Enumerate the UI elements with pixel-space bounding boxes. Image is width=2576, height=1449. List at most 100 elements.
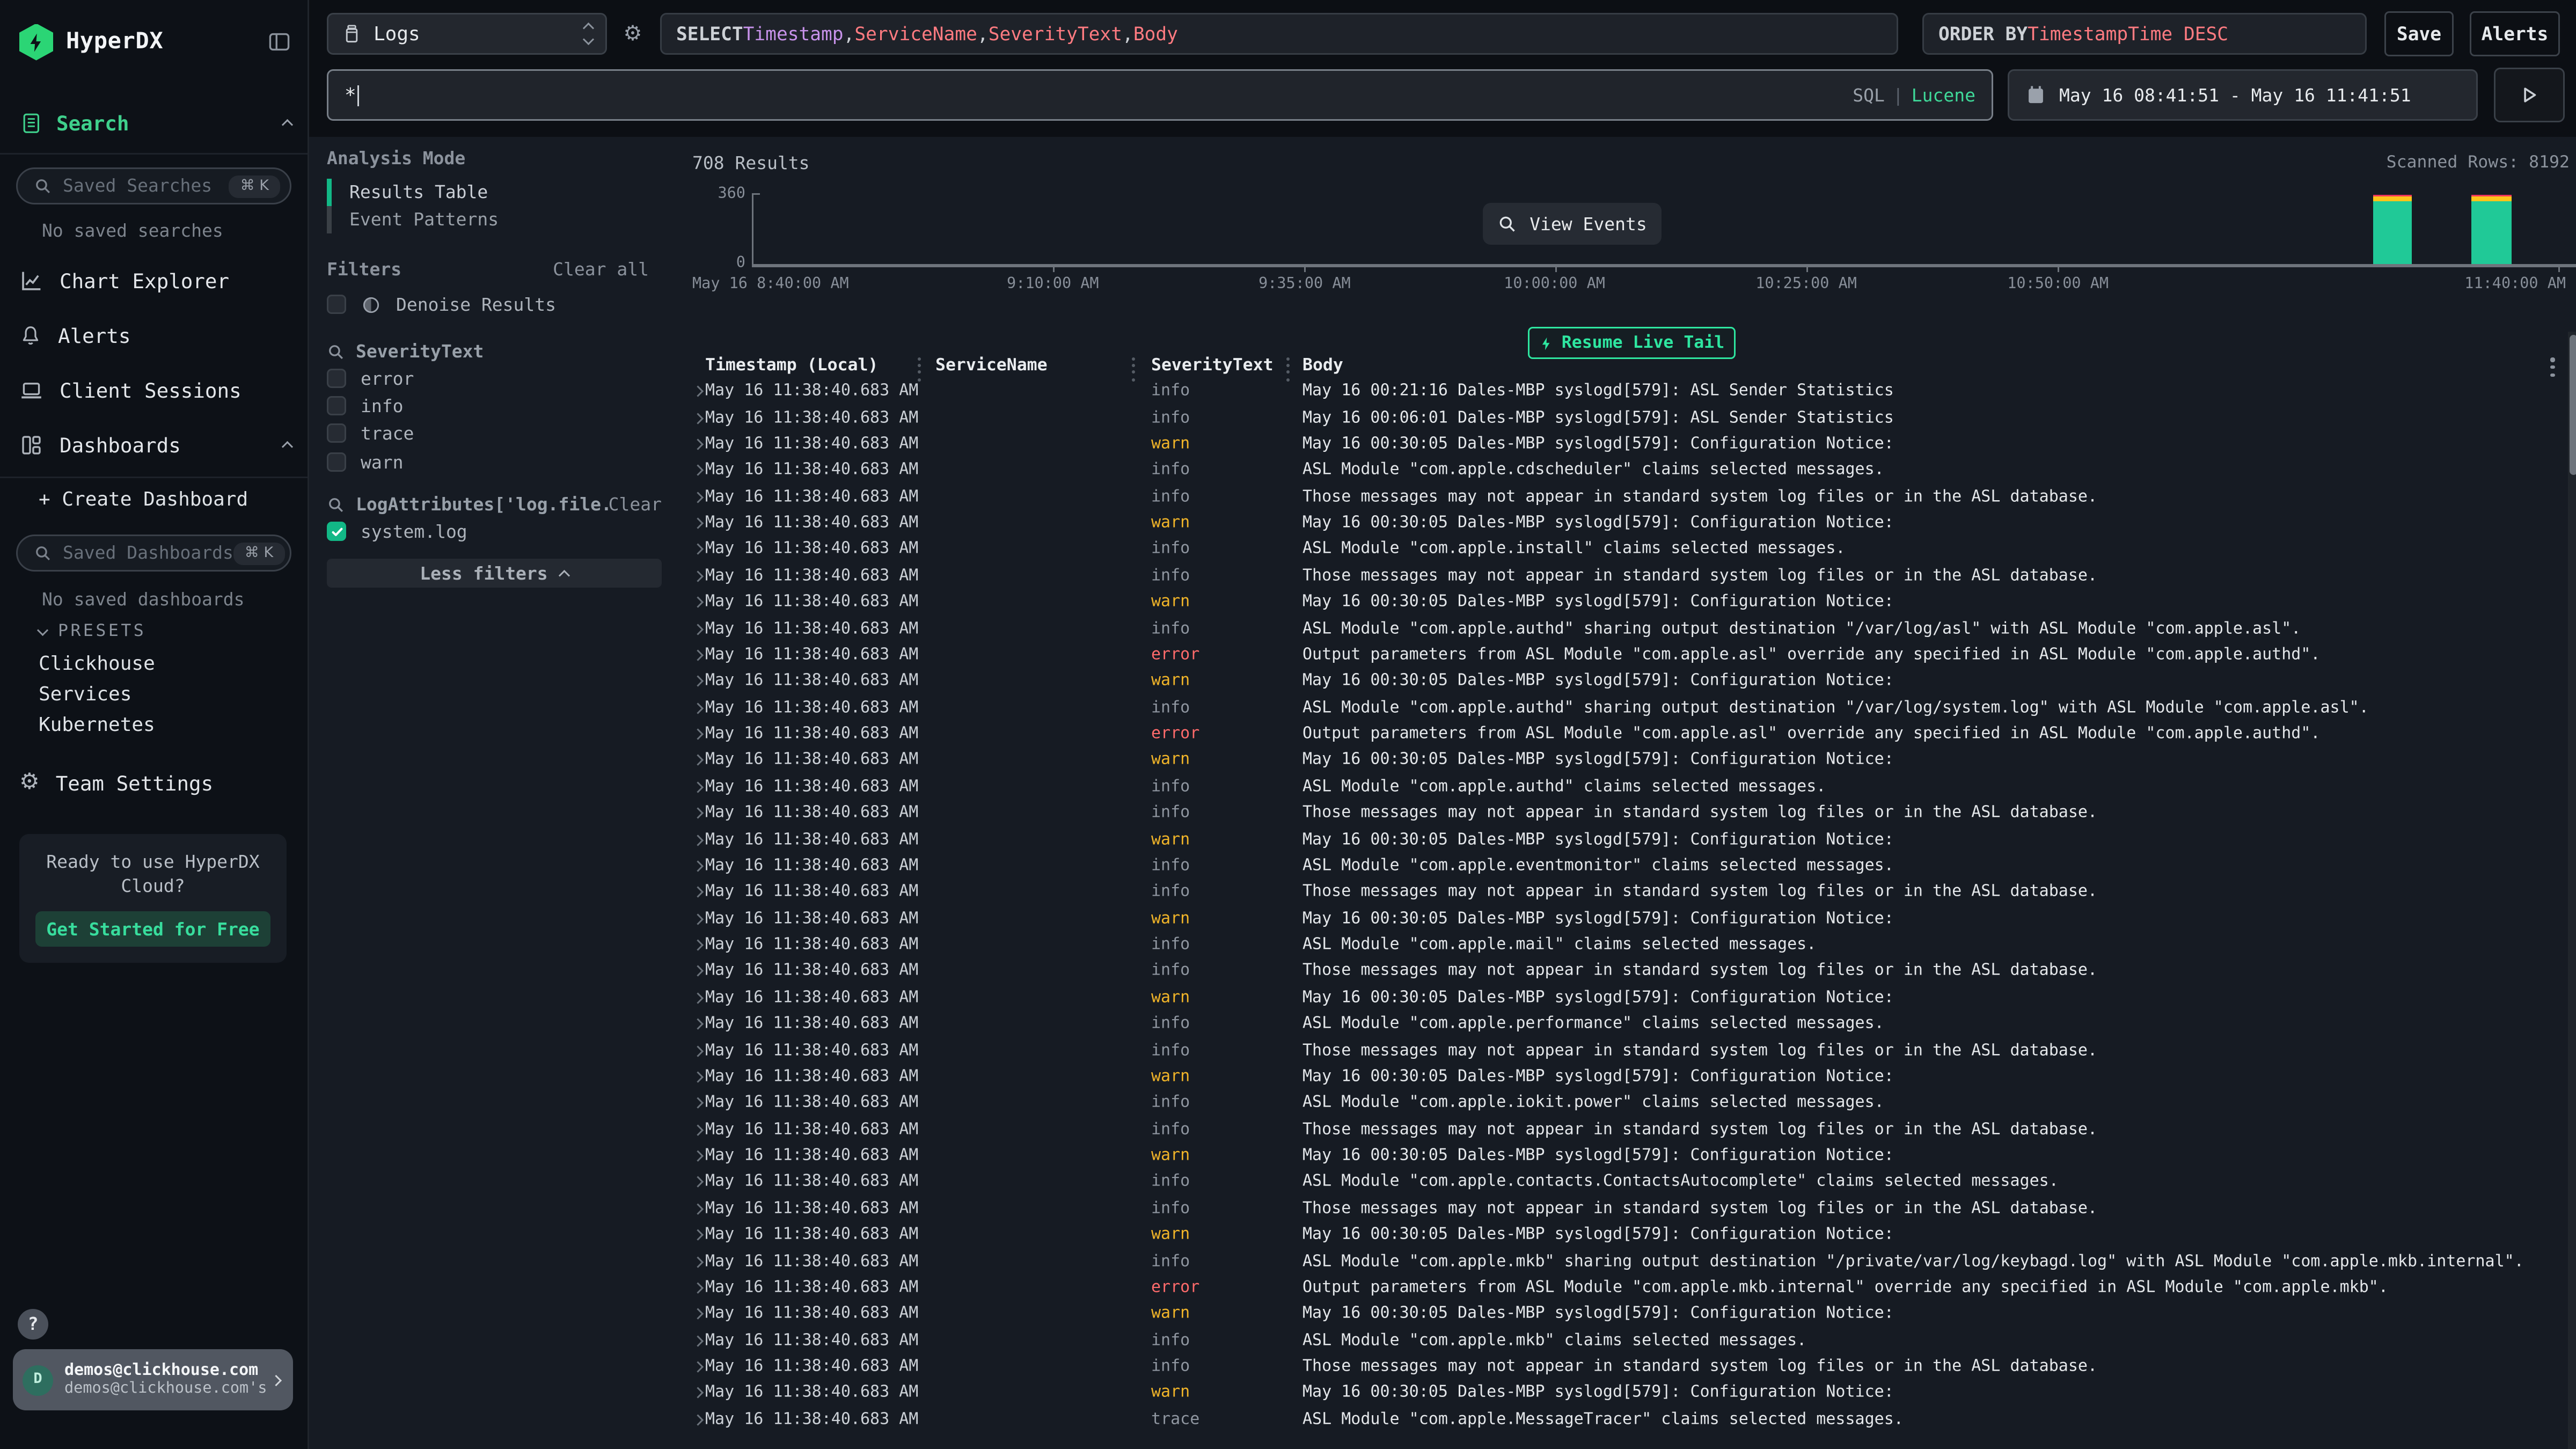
row-expand-chevron[interactable] [694,1068,702,1086]
row-expand-chevron[interactable] [694,672,702,690]
table-row[interactable]: May 16 11:38:40.683 AMerrorOutput parame… [692,721,2576,748]
checkbox[interactable] [327,423,346,443]
row-expand-chevron[interactable] [694,1358,702,1376]
table-row[interactable]: May 16 11:38:40.683 AMinfoASL Module "co… [692,616,2576,642]
col-severitytext[interactable]: SeverityText [1151,356,1274,375]
table-row[interactable]: May 16 11:38:40.683 AMwarnMay 16 00:30:0… [692,1222,2576,1248]
save-button[interactable]: Save [2384,11,2454,56]
row-expand-chevron[interactable] [694,1094,702,1112]
lang-sql-toggle[interactable]: SQL [1853,85,1885,106]
table-row[interactable]: May 16 11:38:40.683 AMinfoASL Module "co… [692,1169,2576,1196]
less-filters-button[interactable]: Less filters [327,559,662,588]
order-by-input[interactable]: ORDER BY TimestampTime DESC [1922,13,2367,55]
date-range-picker[interactable]: May 16 08:41:51 - May 16 11:41:51 [2008,69,2478,121]
row-expand-chevron[interactable] [694,989,702,1007]
clear-all-filters-link[interactable]: Clear all [553,259,649,280]
histogram-bar[interactable] [2472,194,2512,265]
table-row[interactable]: May 16 11:38:40.683 AMwarnMay 16 00:30:0… [692,431,2576,457]
table-row[interactable]: May 16 11:38:40.683 AMwarnMay 16 00:30:0… [692,1143,2576,1169]
table-row[interactable]: May 16 11:38:40.683 AMwarnMay 16 00:30:0… [692,510,2576,537]
row-expand-chevron[interactable] [694,1147,702,1165]
sidebar-item-search[interactable]: Search [19,106,291,138]
checkbox[interactable] [327,452,346,472]
row-expand-chevron[interactable] [694,910,702,928]
row-expand-chevron[interactable] [694,1411,702,1429]
table-row[interactable]: May 16 11:38:40.683 AMinfoThose messages… [692,1196,2576,1222]
table-row[interactable]: May 16 11:38:40.683 AMinfoThose messages… [692,484,2576,510]
sidebar-item-team-settings[interactable]: ⚙ Team Settings [19,766,291,799]
row-expand-chevron[interactable] [694,646,702,664]
row-expand-chevron[interactable] [694,1226,702,1244]
chevron-up-icon[interactable] [282,441,293,452]
row-expand-chevron[interactable] [694,620,702,638]
table-row[interactable]: May 16 11:38:40.683 AMwarnMay 16 00:30:0… [692,1301,2576,1327]
scrollbar-thumb[interactable] [2570,335,2576,475]
table-row[interactable]: May 16 11:38:40.683 AMinfoASL Module "co… [692,774,2576,800]
filter-option-info[interactable]: info [327,394,662,417]
user-menu[interactable]: D demos@clickhouse.com demos@clickhouse.… [13,1349,293,1410]
tab-results-table[interactable]: Results Table [327,179,662,206]
row-expand-chevron[interactable] [694,752,702,770]
row-expand-chevron[interactable] [694,488,702,506]
table-row[interactable]: May 16 11:38:40.683 AMinfoASL Module "co… [692,1328,2576,1354]
table-row[interactable]: May 16 11:38:40.683 AMinfoThose messages… [692,1117,2576,1143]
row-expand-chevron[interactable] [694,963,702,980]
table-row[interactable]: May 16 11:38:40.683 AMinfoThose messages… [692,1037,2576,1064]
table-row[interactable]: May 16 11:38:40.683 AMinfoASL Module "co… [692,695,2576,721]
table-row[interactable]: May 16 11:38:40.683 AMerrorOutput parame… [692,642,2576,668]
filter-option-trace[interactable]: trace [327,422,662,444]
row-expand-chevron[interactable] [694,541,702,559]
row-expand-chevron[interactable] [694,804,702,822]
table-row[interactable]: May 16 11:38:40.683 AMinfoASL Module "co… [692,1090,2576,1116]
table-row[interactable]: May 16 11:38:40.683 AMwarnMay 16 00:30:0… [692,589,2576,616]
filter-option-error[interactable]: error [327,367,662,390]
table-row[interactable]: May 16 11:38:40.683 AMwarnMay 16 00:30:0… [692,985,2576,1011]
table-menu-icon[interactable] [2550,357,2555,377]
search-icon[interactable] [327,495,345,513]
resume-live-tail-button[interactable]: Resume Live Tail [1528,327,1736,359]
tab-event-patterns[interactable]: Event Patterns [327,206,662,233]
table-row[interactable]: May 16 11:38:40.683 AMtraceASL Module "c… [692,1407,2576,1433]
search-query-input[interactable]: * SQL|Lucene [327,69,1993,121]
denoise-checkbox[interactable] [327,295,346,314]
row-expand-chevron[interactable] [694,831,702,848]
preset-clickhouse[interactable]: Clickhouse [39,652,155,675]
row-expand-chevron[interactable] [694,778,702,796]
denoise-results-row[interactable]: Denoise Results [327,291,662,317]
sidebar-item-client-sessions[interactable]: Client Sessions [19,374,291,406]
table-row[interactable]: May 16 11:38:40.683 AMinfoASL Module "co… [692,457,2576,484]
table-row[interactable]: May 16 11:38:40.683 AMinfoThose messages… [692,879,2576,905]
table-row[interactable]: May 16 11:38:40.683 AMinfoThose messages… [692,800,2576,826]
row-expand-chevron[interactable] [694,1121,702,1139]
view-events-button[interactable]: View Events [1483,203,1662,245]
sidebar-item-dashboards[interactable]: Dashboards [19,428,291,460]
row-expand-chevron[interactable] [694,1385,702,1402]
saved-dashboards-input[interactable]: Saved Dashboards ⌘ K [16,535,291,572]
table-row[interactable]: May 16 11:38:40.683 AMwarnMay 16 00:30:0… [692,1380,2576,1407]
search-icon[interactable] [327,342,345,360]
table-row[interactable]: May 16 11:38:40.683 AMinfoMay 16 00:21:1… [692,378,2576,405]
row-expand-chevron[interactable] [694,435,702,453]
table-row[interactable]: May 16 11:38:40.683 AMwarnMay 16 00:30:0… [692,668,2576,694]
row-expand-chevron[interactable] [694,1042,702,1059]
table-row[interactable]: May 16 11:38:40.683 AMinfoASL Module "co… [692,537,2576,563]
scrollbar-track[interactable] [2568,332,2576,1449]
collapse-sidebar-icon[interactable] [267,31,291,53]
help-button[interactable]: ? [18,1309,48,1340]
preset-services[interactable]: Services [39,683,131,705]
table-row[interactable]: May 16 11:38:40.683 AMinfoASL Module "co… [692,1248,2576,1275]
table-row[interactable]: May 16 11:38:40.683 AMwarnMay 16 00:30:0… [692,1064,2576,1090]
col-timestamp[interactable]: Timestamp (Local) [705,356,878,375]
checkbox[interactable] [327,369,346,388]
row-expand-chevron[interactable] [694,462,702,479]
row-expand-chevron[interactable] [694,857,702,875]
sidebar-item-alerts[interactable]: Alerts [19,319,291,351]
lang-lucene-toggle[interactable]: Lucene [1912,85,1975,106]
table-row[interactable]: May 16 11:38:40.683 AMerrorOutput parame… [692,1275,2576,1301]
preset-kubernetes[interactable]: Kubernetes [39,713,155,736]
table-row[interactable]: May 16 11:38:40.683 AMinfoASL Module "co… [692,932,2576,958]
row-expand-chevron[interactable] [694,1015,702,1033]
row-expand-chevron[interactable] [694,726,702,743]
table-row[interactable]: May 16 11:38:40.683 AMwarnMay 16 00:30:0… [692,826,2576,853]
chevron-up-icon[interactable] [282,119,293,130]
